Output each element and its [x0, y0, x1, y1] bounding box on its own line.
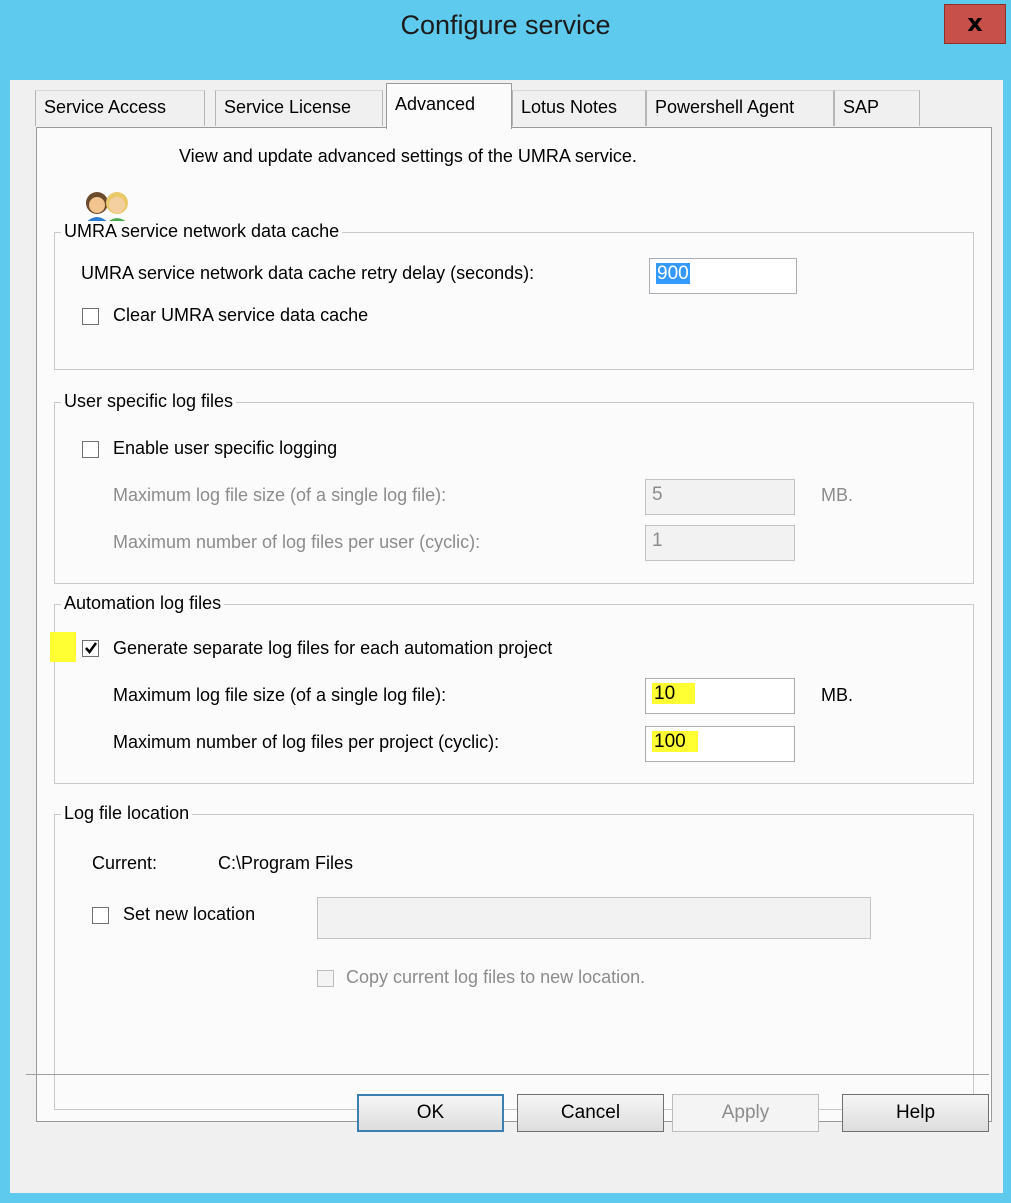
tab-lotus-notes[interactable]: Lotus Notes [512, 90, 646, 126]
user-max-count-input[interactable]: 1 [645, 525, 795, 561]
button-divider [26, 1074, 989, 1075]
enable-user-logging-label: Enable user specific logging [113, 438, 338, 458]
automation-logs-group: Automation log files Generate separate l… [50, 593, 974, 784]
apply-button[interactable]: Apply [672, 1094, 819, 1132]
set-new-location-label: Set new location [123, 904, 256, 924]
description-text: View and update advanced settings of the… [179, 146, 637, 166]
help-button[interactable]: Help [842, 1094, 989, 1132]
cache-group-legend: UMRA service network data cache [61, 221, 343, 242]
set-new-location-checkbox[interactable] [92, 907, 109, 924]
automation-max-size-label: Maximum log file size (of a single log f… [113, 685, 447, 705]
copy-logs-label: Copy current log files to new location. [346, 967, 646, 987]
cache-group: UMRA service network data cache UMRA ser… [54, 221, 974, 370]
retry-delay-label: UMRA service network data cache retry de… [81, 263, 535, 283]
user-max-size-unit: MB. [821, 485, 854, 505]
dialog-client: Service Access Service License Advanced … [10, 80, 1003, 1193]
automation-max-size-unit: MB. [821, 685, 854, 705]
retry-delay-input[interactable]: 900 [649, 258, 797, 294]
current-location-value: C:\Program Files [218, 853, 354, 873]
automation-max-size-input[interactable]: 10 [645, 678, 795, 714]
checkbox-highlight [50, 632, 76, 662]
enable-user-logging-checkbox[interactable] [82, 441, 99, 458]
generate-logs-label: Generate separate log files for each aut… [113, 638, 553, 658]
tab-advanced[interactable]: Advanced [386, 83, 512, 129]
clear-cache-label: Clear UMRA service data cache [113, 305, 369, 325]
user-max-size-input[interactable]: 5 [645, 479, 795, 515]
copy-logs-checkbox[interactable] [317, 970, 334, 987]
user-max-count-label: Maximum number of log files per user (cy… [113, 532, 481, 552]
current-location-label: Current: [92, 853, 158, 873]
checkmark-icon [85, 642, 98, 655]
close-button[interactable]: x [944, 4, 1006, 44]
automation-max-count-label: Maximum number of log files per project … [113, 732, 500, 752]
tab-service-access[interactable]: Service Access [35, 90, 205, 126]
location-group: Log file location Current: C:\Program Fi… [54, 803, 974, 1110]
new-location-input[interactable] [317, 897, 871, 939]
user-logs-group: User specific log files Enable user spec… [54, 391, 974, 584]
automation-logs-legend: Automation log files [61, 593, 225, 614]
generate-logs-checkbox[interactable] [82, 640, 99, 657]
user-max-size-label: Maximum log file size (of a single log f… [113, 485, 447, 505]
max-count-highlight: 100 [652, 731, 698, 752]
window-title: Configure service [400, 10, 611, 40]
automation-max-count-input[interactable]: 100 [645, 726, 795, 762]
max-size-highlight: 10 [652, 683, 696, 704]
tab-sap[interactable]: SAP [834, 90, 920, 126]
user-logs-legend: User specific log files [61, 391, 237, 412]
tab-powershell-agent[interactable]: Powershell Agent [646, 90, 834, 126]
tab-service-license[interactable]: Service License [215, 90, 383, 126]
advanced-tab-panel: View and update advanced settings of the… [36, 127, 992, 1122]
location-legend: Log file location [61, 803, 193, 824]
clear-cache-checkbox[interactable] [82, 308, 99, 325]
cancel-button[interactable]: Cancel [517, 1094, 664, 1132]
dialog-window: Configure service x Service Access Servi… [0, 0, 1011, 1203]
ok-button[interactable]: OK [357, 1094, 504, 1132]
